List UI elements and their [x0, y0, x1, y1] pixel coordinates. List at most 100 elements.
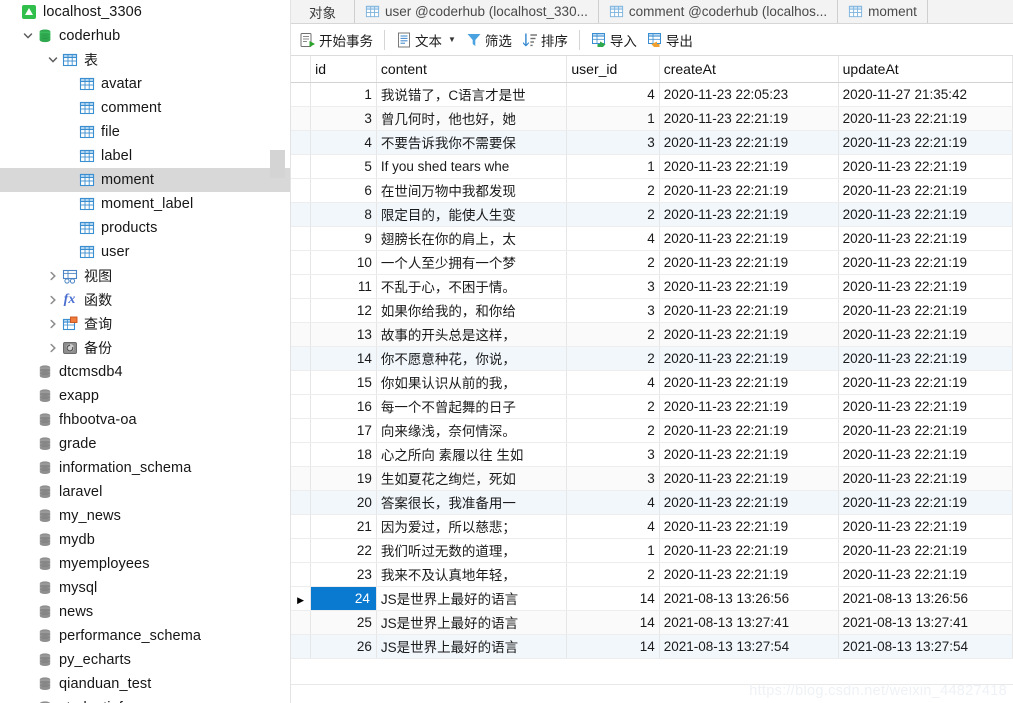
cell-createAt[interactable]: 2020-11-23 22:21:19	[659, 370, 839, 395]
cell-createAt[interactable]: 2020-11-23 22:05:23	[659, 82, 839, 107]
tree-node-comment[interactable]: comment	[0, 96, 290, 120]
tree-node-备份[interactable]: 备份	[0, 336, 290, 360]
cell-content[interactable]: 你如果认识从前的我，	[376, 370, 568, 395]
cell-updateAt[interactable]: 2020-11-23 22:21:19	[838, 226, 1013, 251]
cell-user_id[interactable]: 3	[566, 442, 660, 467]
tree-node-moment_label[interactable]: moment_label	[0, 192, 290, 216]
tree-node-dtcmsdb4[interactable]: dtcmsdb4	[0, 360, 290, 384]
row-selector[interactable]: ▶	[291, 586, 312, 611]
toolbar-button-text[interactable]: 文本 ▼	[391, 27, 461, 53]
tab-3[interactable]: moment	[838, 0, 928, 23]
cell-content[interactable]: 我来不及认真地年轻，	[376, 562, 568, 587]
cell-createAt[interactable]: 2020-11-23 22:21:19	[659, 250, 839, 275]
cell-id[interactable]: 14	[310, 346, 377, 371]
column-header-content[interactable]: content	[376, 56, 568, 83]
cell-updateAt[interactable]: 2020-11-23 22:21:19	[838, 346, 1013, 371]
tree-node-myemployees[interactable]: myemployees	[0, 552, 290, 576]
tree-node-grade[interactable]: grade	[0, 432, 290, 456]
row-selector[interactable]	[291, 322, 312, 347]
sidebar-scroll-thumb[interactable]	[270, 150, 285, 178]
cell-updateAt[interactable]: 2020-11-23 22:21:19	[838, 370, 1013, 395]
cell-id[interactable]: 16	[310, 394, 377, 419]
cell-createAt[interactable]: 2020-11-23 22:21:19	[659, 154, 839, 179]
cell-content[interactable]: JS是世界上最好的语言	[376, 634, 568, 659]
chevron-right-icon[interactable]	[45, 271, 61, 281]
cell-user_id[interactable]: 2	[566, 418, 660, 443]
cell-user_id[interactable]: 2	[566, 322, 660, 347]
tree-node-函数[interactable]: fx 函数	[0, 288, 290, 312]
cell-createAt[interactable]: 2021-08-13 13:27:41	[659, 610, 839, 635]
cell-user_id[interactable]: 4	[566, 514, 660, 539]
cell-createAt[interactable]: 2020-11-23 22:21:19	[659, 322, 839, 347]
column-header-id[interactable]: id	[310, 56, 377, 83]
tree-node-coderhub[interactable]: coderhub	[0, 24, 290, 48]
grid-toolbar[interactable]: 开始事务 文本 ▼ 筛选 排序 导入 导出	[291, 24, 1013, 56]
cell-id[interactable]: 6	[310, 178, 377, 203]
toolbar-button-import[interactable]: 导入	[586, 27, 642, 53]
tree-node-performance_schema[interactable]: performance_schema	[0, 624, 290, 648]
cell-id[interactable]: 12	[310, 298, 377, 323]
cell-createAt[interactable]: 2020-11-23 22:21:19	[659, 298, 839, 323]
cell-createAt[interactable]: 2020-11-23 22:21:19	[659, 442, 839, 467]
tab-1[interactable]: user @coderhub (localhost_330...	[355, 0, 599, 23]
cell-id[interactable]: 3	[310, 106, 377, 131]
cell-content[interactable]: 心之所向 素履以往 生如	[376, 442, 568, 467]
cell-updateAt[interactable]: 2020-11-23 22:21:19	[838, 514, 1013, 539]
cell-id[interactable]: 11	[310, 274, 377, 299]
cell-createAt[interactable]: 2020-11-23 22:21:19	[659, 226, 839, 251]
cell-id[interactable]: 20	[310, 490, 377, 515]
cell-user_id[interactable]: 1	[566, 538, 660, 563]
cell-id[interactable]: 13	[310, 322, 377, 347]
row-selector[interactable]	[291, 154, 312, 179]
row-selector[interactable]	[291, 82, 312, 107]
cell-user_id[interactable]: 14	[566, 634, 660, 659]
cell-createAt[interactable]: 2020-11-23 22:21:19	[659, 394, 839, 419]
cell-user_id[interactable]: 2	[566, 346, 660, 371]
tree-node-avatar[interactable]: avatar	[0, 72, 290, 96]
database-navigator-sidebar[interactable]: localhost_3306 coderhub 表 avatar comment file…	[0, 0, 290, 703]
toolbar-button-transaction[interactable]: 开始事务	[295, 27, 378, 53]
table-row[interactable]: 12 如果你给我的，和你给 3 2020-11-23 22:21:19 2020-11-…	[291, 298, 1013, 323]
row-selector[interactable]	[291, 226, 312, 251]
table-row[interactable]: 8 限定目的，能使人生变 2 2020-11-23 22:21:19 2020-11-2…	[291, 202, 1013, 227]
table-row[interactable]: 26 JS是世界上最好的语言 14 2021-08-13 13:27:54 2021-0…	[291, 634, 1013, 659]
tree-node-py_echarts[interactable]: py_echarts	[0, 648, 290, 672]
cell-content[interactable]: 曾几何时，他也好，她	[376, 106, 568, 131]
cell-updateAt[interactable]: 2021-08-13 13:27:41	[838, 610, 1013, 635]
table-row[interactable]: 1 我说错了，C语言才是世 4 2020-11-23 22:05:23 2020-11-…	[291, 82, 1013, 107]
table-row[interactable]: 13 故事的开头总是这样， 2 2020-11-23 22:21:19 2020-11-…	[291, 322, 1013, 347]
cell-createAt[interactable]: 2020-11-23 22:21:19	[659, 466, 839, 491]
cell-createAt[interactable]: 2020-11-23 22:21:19	[659, 346, 839, 371]
cell-content[interactable]: 生如夏花之绚烂，死如	[376, 466, 568, 491]
chevron-right-icon[interactable]	[45, 319, 61, 329]
toolbar-button-export[interactable]: 导出	[642, 27, 698, 53]
tree-node-my_news[interactable]: my_news	[0, 504, 290, 528]
cell-content[interactable]: 限定目的，能使人生变	[376, 202, 568, 227]
tree-node-exapp[interactable]: exapp	[0, 384, 290, 408]
cell-id[interactable]: 21	[310, 514, 377, 539]
cell-id[interactable]: 24	[310, 586, 377, 611]
cell-updateAt[interactable]: 2020-11-23 22:21:19	[838, 178, 1013, 203]
tree-node-news[interactable]: news	[0, 600, 290, 624]
cell-id[interactable]: 4	[310, 130, 377, 155]
row-selector[interactable]	[291, 106, 312, 131]
row-selector[interactable]	[291, 250, 312, 275]
table-row[interactable]: 11 不乱于心，不困于情。 3 2020-11-23 22:21:19 2020-11-…	[291, 274, 1013, 299]
table-row[interactable]: 19 生如夏花之绚烂，死如 3 2020-11-23 22:21:19 2020-11-…	[291, 466, 1013, 491]
row-selector[interactable]	[291, 562, 312, 587]
cell-user_id[interactable]: 3	[566, 274, 660, 299]
cell-updateAt[interactable]: 2020-11-23 22:21:19	[838, 394, 1013, 419]
database-tree[interactable]: localhost_3306 coderhub 表 avatar comment file…	[0, 0, 290, 703]
cell-id[interactable]: 10	[310, 250, 377, 275]
table-row[interactable]: 16 每一个不曾起舞的日子 2 2020-11-23 22:21:19 2020-11-…	[291, 394, 1013, 419]
column-header-user_id[interactable]: user_id	[566, 56, 660, 83]
cell-content[interactable]: 向来缘浅，奈何情深。	[376, 418, 568, 443]
tree-node-mydb[interactable]: mydb	[0, 528, 290, 552]
cell-user_id[interactable]: 2	[566, 562, 660, 587]
cell-createAt[interactable]: 2020-11-23 22:21:19	[659, 106, 839, 131]
cell-createAt[interactable]: 2020-11-23 22:21:19	[659, 418, 839, 443]
tab-2[interactable]: comment @coderhub (localhos...	[598, 0, 839, 23]
cell-updateAt[interactable]: 2020-11-23 22:21:19	[838, 298, 1013, 323]
cell-user_id[interactable]: 4	[566, 490, 660, 515]
tree-node-视图[interactable]: 视图	[0, 264, 290, 288]
